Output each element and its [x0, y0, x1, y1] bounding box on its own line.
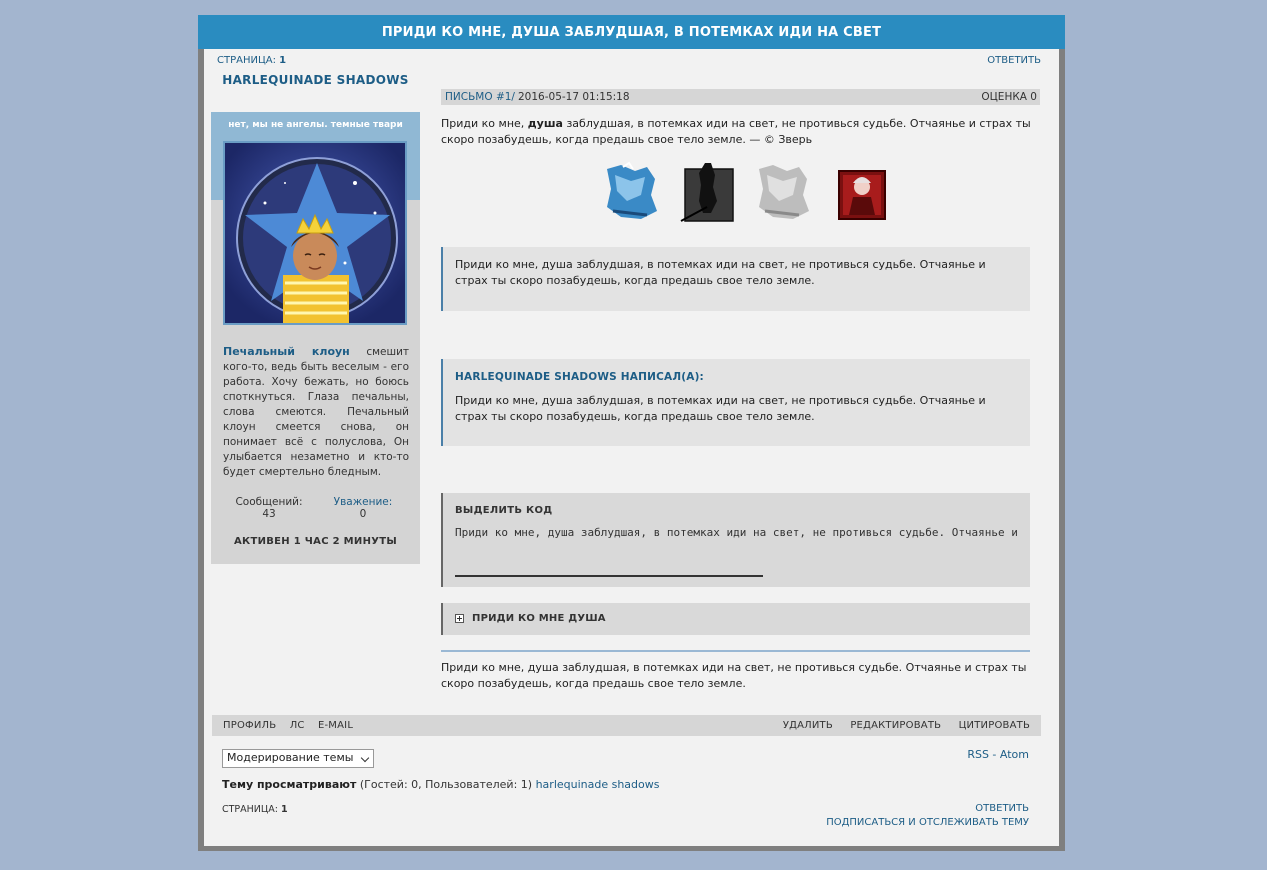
subscribe-link[interactable]: ПОДПИСАТЬСЯ И ОТСЛЕЖИВАТЬ ТЕМУ: [826, 817, 1029, 828]
code-text[interactable]: Приди ко мне, душа заблудшая, в потемках…: [455, 525, 1018, 541]
author-stats: Сообщений: 43 Уважение: 0: [223, 496, 409, 520]
blockquote-text: Приди ко мне, душа заблудшая, в потемках…: [455, 258, 986, 287]
atom-link[interactable]: Atom: [1000, 748, 1029, 761]
topic-title: ПРИДИ КО МНЕ, ДУША ЗАБЛУДШАЯ, В ПОТЕМКАХ…: [198, 15, 1065, 49]
gallery-image[interactable]: [753, 161, 811, 223]
author-status: нет, мы не ангелы. темные твари: [228, 120, 403, 130]
author-profile: нет, мы не ангелы. темные твари Печальны…: [211, 112, 420, 564]
reply-link-top[interactable]: ОТВЕТИТЬ: [987, 55, 1041, 66]
image-gallery: [601, 161, 887, 223]
post-outro: Приди ко мне, душа заблудшая, в потемках…: [441, 661, 1027, 690]
feed-separator: -: [988, 748, 1000, 761]
pagination-label: СТРАНИЦА:: [217, 55, 276, 66]
post-intro-bold: душа: [527, 117, 563, 130]
topic-viewers: Тему просматривают (Гостей: 0, Пользоват…: [222, 778, 660, 791]
email-link[interactable]: E-MAIL: [318, 720, 353, 731]
gallery-image[interactable]: [601, 161, 659, 223]
post-number-link[interactable]: ПИСЬМО #1/: [445, 89, 515, 105]
author-name[interactable]: HARLEQUINADE SHADOWS: [211, 73, 420, 87]
pagination-top: СТРАНИЦА: 1: [217, 55, 286, 66]
viewer-user-link[interactable]: harlequinade shadows: [536, 778, 660, 791]
author-activity: АКТИВЕН 1 ЧАС 2 МИНУТЫ: [233, 536, 398, 547]
delete-link[interactable]: УДАЛИТЬ: [783, 720, 833, 731]
pagination-bottom: СТРАНИЦА: 1: [222, 804, 288, 815]
moderation-select[interactable]: Модерирование темы: [222, 749, 375, 768]
author-description-text: смешит кого-то, ведь быть веселым - его …: [223, 346, 410, 478]
pm-link[interactable]: ЛС: [290, 720, 305, 731]
pagination-current[interactable]: 1: [279, 55, 286, 66]
edit-link[interactable]: РЕДАКТИРОВАТЬ: [850, 720, 941, 731]
post-actions-bar: ПРОФИЛЬ ЛС E-MAIL УДАЛИТЬ РЕДАКТИРОВАТЬ …: [212, 715, 1041, 736]
avatar-image: [225, 143, 405, 323]
pagination-label: СТРАНИЦА:: [222, 804, 278, 815]
pagination-current[interactable]: 1: [281, 804, 288, 815]
gallery-image[interactable]: [829, 161, 887, 223]
respect-label[interactable]: Уважение:: [323, 496, 403, 508]
spoiler-label: ПРИДИ КО МНЕ ДУША: [472, 613, 606, 624]
messages-label: Сообщений:: [235, 496, 303, 508]
blockquote: Приди ко мне, душа заблудшая, в потемках…: [441, 247, 1030, 311]
moderation-select-value: Модерирование темы: [227, 751, 354, 764]
gallery-image[interactable]: [677, 161, 735, 223]
quote-author: HARLEQUINADE SHADOWS НАПИСАЛ(А):: [455, 371, 704, 383]
spoiler-expand-icon: [455, 613, 464, 623]
author-description-highlight: Печальный клоун: [223, 345, 350, 358]
post-intro-start: Приди ко мне,: [441, 117, 528, 130]
post-header: ПИСЬМО #1/ 2016-05-17 01:15:18 ОЦЕНКА 0: [441, 89, 1040, 105]
forum-frame: ПРИДИ КО МНЕ, ДУША ЗАБЛУДШАЯ, В ПОТЕМКАХ…: [198, 15, 1065, 851]
select-code-link[interactable]: ВЫДЕЛИТЬ КОД: [455, 503, 1018, 519]
topic-content: СТРАНИЦА: 1 ОТВЕТИТЬ HARLEQUINADE SHADOW…: [204, 49, 1059, 846]
code-scrollbar[interactable]: [455, 575, 763, 577]
code-box: ВЫДЕЛИТЬ КОД Приди ко мне, душа заблудша…: [441, 493, 1030, 587]
viewers-counts: (Гостей: 0, Пользователей: 1): [356, 778, 536, 791]
quote-link[interactable]: ЦИТИРОВАТЬ: [959, 720, 1030, 731]
feed-links: RSS - Atom: [967, 748, 1029, 761]
avatar[interactable]: [223, 141, 407, 325]
rss-link[interactable]: RSS: [967, 748, 989, 761]
respect-value: 0: [359, 508, 367, 520]
spoiler-toggle[interactable]: ПРИДИ КО МНЕ ДУША: [441, 603, 1030, 635]
quote-text: Приди ко мне, душа заблудшая, в потемках…: [455, 394, 986, 423]
messages-value: 43: [262, 508, 276, 520]
post-date: 2016-05-17 01:15:18: [518, 91, 630, 103]
viewers-label: Тему просматривают: [222, 778, 357, 791]
post-divider: [441, 650, 1030, 652]
post-intro: Приди ко мне, душа заблудшая, в потемках…: [441, 116, 1035, 148]
quote-box: HARLEQUINADE SHADOWS НАПИСАЛ(А): Приди к…: [441, 359, 1030, 446]
profile-link[interactable]: ПРОФИЛЬ: [223, 720, 276, 731]
post-rating: ОЦЕНКА 0: [981, 91, 1037, 103]
reply-link-bottom[interactable]: ОТВЕТИТЬ: [975, 803, 1029, 814]
author-description: Печальный клоун смешит кого-то, ведь быт…: [223, 344, 409, 480]
